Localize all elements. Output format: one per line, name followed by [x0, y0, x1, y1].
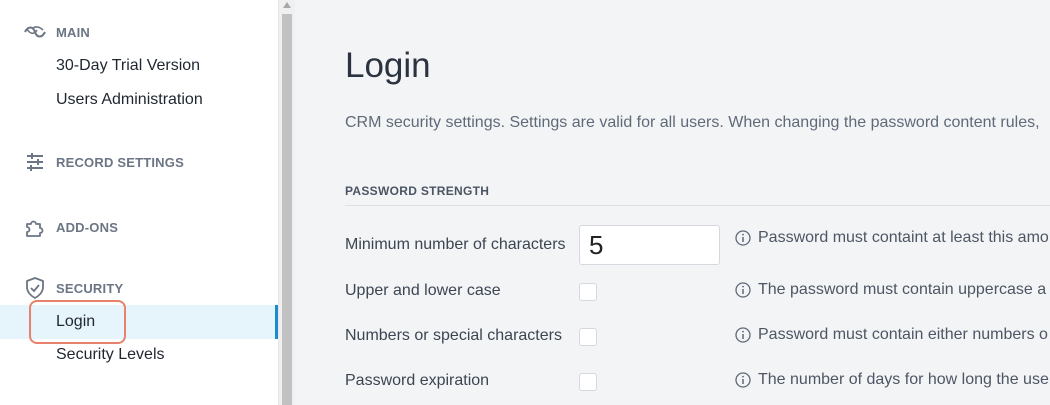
section-addons[interactable]: ADD-ONS: [24, 216, 118, 238]
main-content: Login CRM security settings. Settings ar…: [295, 0, 1050, 405]
shield-check-icon: [24, 277, 46, 299]
divider: [345, 205, 1050, 206]
info-icon: [735, 372, 751, 388]
numbers-special-hint: Password must contain either numbers o: [735, 326, 1048, 344]
section-record-settings-label: RECORD SETTINGS: [56, 154, 184, 170]
password-expiration-checkbox[interactable]: [579, 373, 597, 391]
sidebar-item-label: 30-Day Trial Version: [56, 57, 201, 74]
sliders-icon: [24, 151, 46, 173]
scroll-up-arrow-icon[interactable]: [283, 2, 291, 8]
hint-text: The number of days for how long the use: [758, 371, 1049, 388]
hint-text: Password must contain either numbers o: [758, 326, 1048, 343]
min-chars-label: Minimum number of characters: [345, 236, 566, 253]
sidebar-item-security-levels[interactable]: Security Levels: [0, 338, 278, 372]
hint-text: The password must contain uppercase a: [758, 281, 1047, 298]
section-security[interactable]: SECURITY: [24, 277, 123, 299]
puzzle-icon: [24, 216, 46, 238]
section-heading-password-strength: PASSWORD STRENGTH: [345, 184, 490, 198]
password-expiration-hint: The number of days for how long the use: [735, 371, 1049, 389]
sidebar-item-login[interactable]: Login: [0, 305, 278, 339]
upper-lower-hint: The password must contain uppercase a: [735, 281, 1046, 299]
info-icon: [735, 230, 751, 246]
sidebar-item-label: Security Levels: [56, 346, 165, 363]
numbers-special-label: Numbers or special characters: [345, 327, 562, 344]
info-icon: [735, 327, 751, 343]
upper-lower-label: Upper and lower case: [345, 282, 501, 299]
scrollbar-thumb[interactable]: [282, 14, 292, 405]
section-main: MAIN: [24, 21, 90, 43]
password-expiration-label: Password expiration: [345, 372, 490, 389]
info-icon: [735, 282, 751, 298]
sidebar: MAIN 30-Day Trial Version Users Administ…: [0, 0, 279, 405]
sidebar-item-label: Users Administration: [56, 91, 203, 108]
page-title: Login: [345, 46, 431, 85]
upper-lower-checkbox[interactable]: [579, 283, 597, 301]
logo-icon: [24, 21, 46, 43]
section-main-label: MAIN: [56, 24, 91, 40]
sidebar-item-users-administration[interactable]: Users Administration: [0, 83, 278, 117]
section-security-label: SECURITY: [56, 280, 124, 296]
sidebar-item-trial[interactable]: 30-Day Trial Version: [0, 49, 278, 83]
hint-text: Password must containt at least this amo: [758, 229, 1049, 246]
sidebar-item-label: Login: [56, 313, 96, 330]
page-description: CRM security settings. Settings are vali…: [345, 114, 1040, 131]
sidebar-scrollbar[interactable]: [279, 0, 295, 405]
numbers-special-checkbox[interactable]: [579, 328, 597, 346]
min-chars-hint: Password must containt at least this amo: [735, 229, 1049, 247]
section-record-settings[interactable]: RECORD SETTINGS: [24, 151, 184, 173]
min-chars-input[interactable]: [579, 225, 720, 265]
section-addons-label: ADD-ONS: [56, 219, 119, 235]
